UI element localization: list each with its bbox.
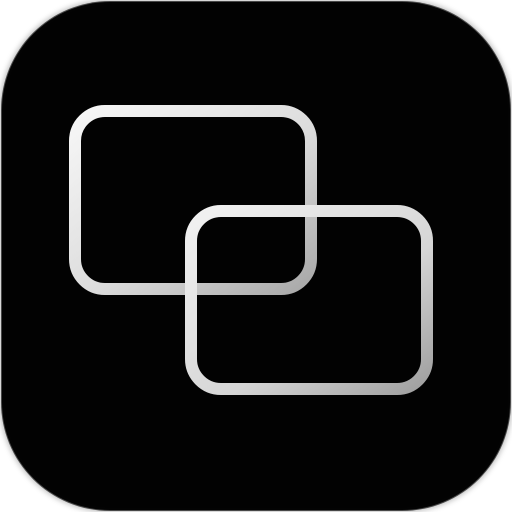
- app-icon[interactable]: [2, 2, 510, 510]
- overlapping-windows-icon: [69, 105, 433, 395]
